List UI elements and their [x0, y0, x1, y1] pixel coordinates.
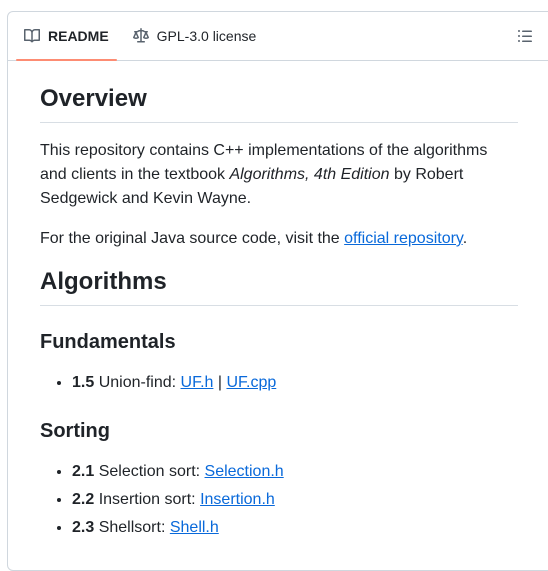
readme-panel: README GPL-3.0 license Overview This rep… [7, 11, 548, 571]
heading-fundamentals: Fundamentals [40, 331, 176, 353]
item-number: 1.5 [72, 374, 95, 391]
official-repository-link[interactable]: official repository [344, 230, 463, 247]
item-number: 2.3 [72, 519, 95, 536]
item-number: 2.1 [72, 463, 95, 480]
list-unordered-icon[interactable] [517, 28, 533, 44]
heading-overview: Overview [40, 84, 518, 123]
uf-h-link[interactable]: UF.h [181, 374, 214, 391]
book-title: Algorithms, 4th Edition [229, 166, 390, 183]
insertion-h-link[interactable]: Insertion.h [200, 491, 275, 508]
readme-content: Overview This repository contains C++ im… [40, 84, 518, 556]
fundamentals-list: 1.5 Union-find: UF.h | UF.cpp [40, 371, 518, 395]
list-item: 1.5 Union-find: UF.h | UF.cpp [72, 371, 518, 395]
readme-tabbar: README GPL-3.0 license [8, 12, 548, 61]
item-text: Shellsort: [94, 519, 170, 536]
tab-license[interactable]: GPL-3.0 license [132, 12, 265, 60]
overview-paragraph-2: For the original Java source code, visit… [40, 227, 518, 251]
list-item: 2.1 Selection sort: Selection.h [72, 460, 518, 484]
overview-text-d: . [462, 230, 468, 247]
item-text: Union-find: [94, 374, 181, 391]
sorting-list: 2.1 Selection sort: Selection.h 2.2 Inse… [40, 460, 518, 540]
overview-paragraph-1: This repository contains C++ implementat… [40, 139, 518, 211]
heading-sorting: Sorting [40, 420, 110, 442]
book-icon [24, 28, 40, 43]
heading-algorithms: Algorithms [40, 267, 518, 306]
tab-readme-label: README [48, 28, 109, 44]
tab-license-label: GPL-3.0 license [156, 28, 257, 44]
item-text: Insertion sort: [94, 491, 201, 508]
shell-h-link[interactable]: Shell.h [170, 519, 219, 536]
item-separator: | [213, 374, 227, 391]
tab-readme[interactable]: README [16, 12, 117, 61]
item-number: 2.2 [72, 491, 95, 508]
list-item: 2.3 Shellsort: Shell.h [72, 516, 518, 540]
law-scale-icon [132, 28, 149, 43]
uf-cpp-link[interactable]: UF.cpp [226, 374, 276, 391]
list-item: 2.2 Insertion sort: Insertion.h [72, 488, 518, 512]
selection-h-link[interactable]: Selection.h [205, 463, 284, 480]
item-text: Selection sort: [94, 463, 205, 480]
overview-text-c: For the original Java source code, visit… [40, 230, 345, 247]
